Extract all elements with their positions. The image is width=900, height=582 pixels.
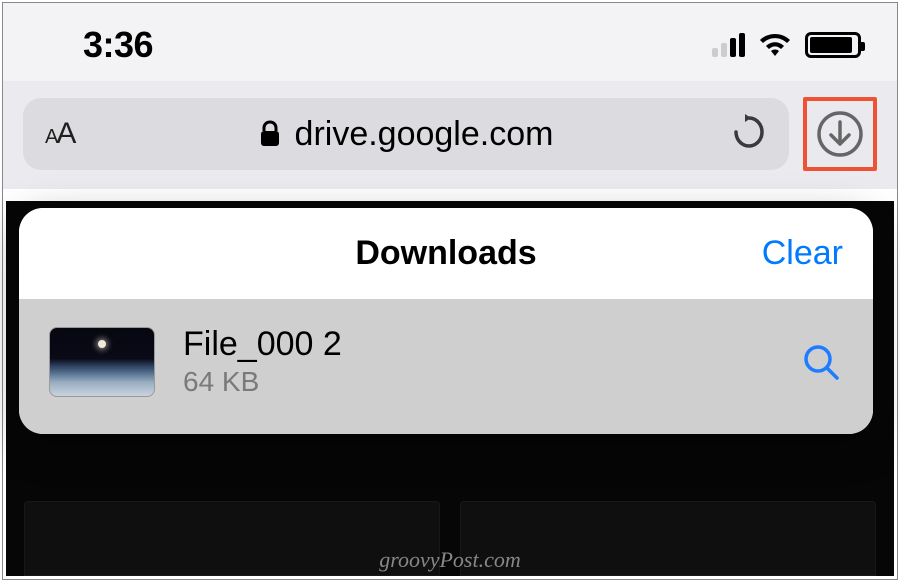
popover-header: Downloads Clear (19, 208, 873, 299)
watermark: groovyPost.com (3, 547, 897, 573)
browser-toolbar: AA drive.google.com (3, 81, 897, 189)
clear-button[interactable]: Clear (762, 234, 843, 273)
status-time: 3:36 (83, 24, 153, 66)
download-thumbnail (49, 327, 155, 397)
status-bar: 3:36 (3, 3, 897, 81)
status-indicators (712, 32, 861, 58)
wifi-icon (757, 32, 793, 58)
downloads-button[interactable] (803, 97, 877, 171)
popover-title: Downloads (19, 234, 873, 273)
url-bar[interactable]: AA drive.google.com (23, 98, 789, 170)
lock-icon (259, 120, 281, 148)
reveal-in-finder-button[interactable] (799, 340, 843, 384)
text-size-button[interactable]: AA (45, 117, 74, 151)
url-text: drive.google.com (295, 115, 554, 154)
download-file-name: File_000 2 (183, 325, 771, 364)
reload-button[interactable] (731, 112, 767, 157)
download-meta: File_000 2 64 KB (183, 325, 771, 398)
downloads-popover: Downloads Clear File_000 2 64 KB (19, 208, 873, 434)
download-item[interactable]: File_000 2 64 KB (19, 299, 873, 434)
battery-icon (805, 32, 861, 58)
download-list: File_000 2 64 KB (19, 299, 873, 434)
download-file-size: 64 KB (183, 366, 771, 398)
cellular-icon (712, 33, 745, 57)
